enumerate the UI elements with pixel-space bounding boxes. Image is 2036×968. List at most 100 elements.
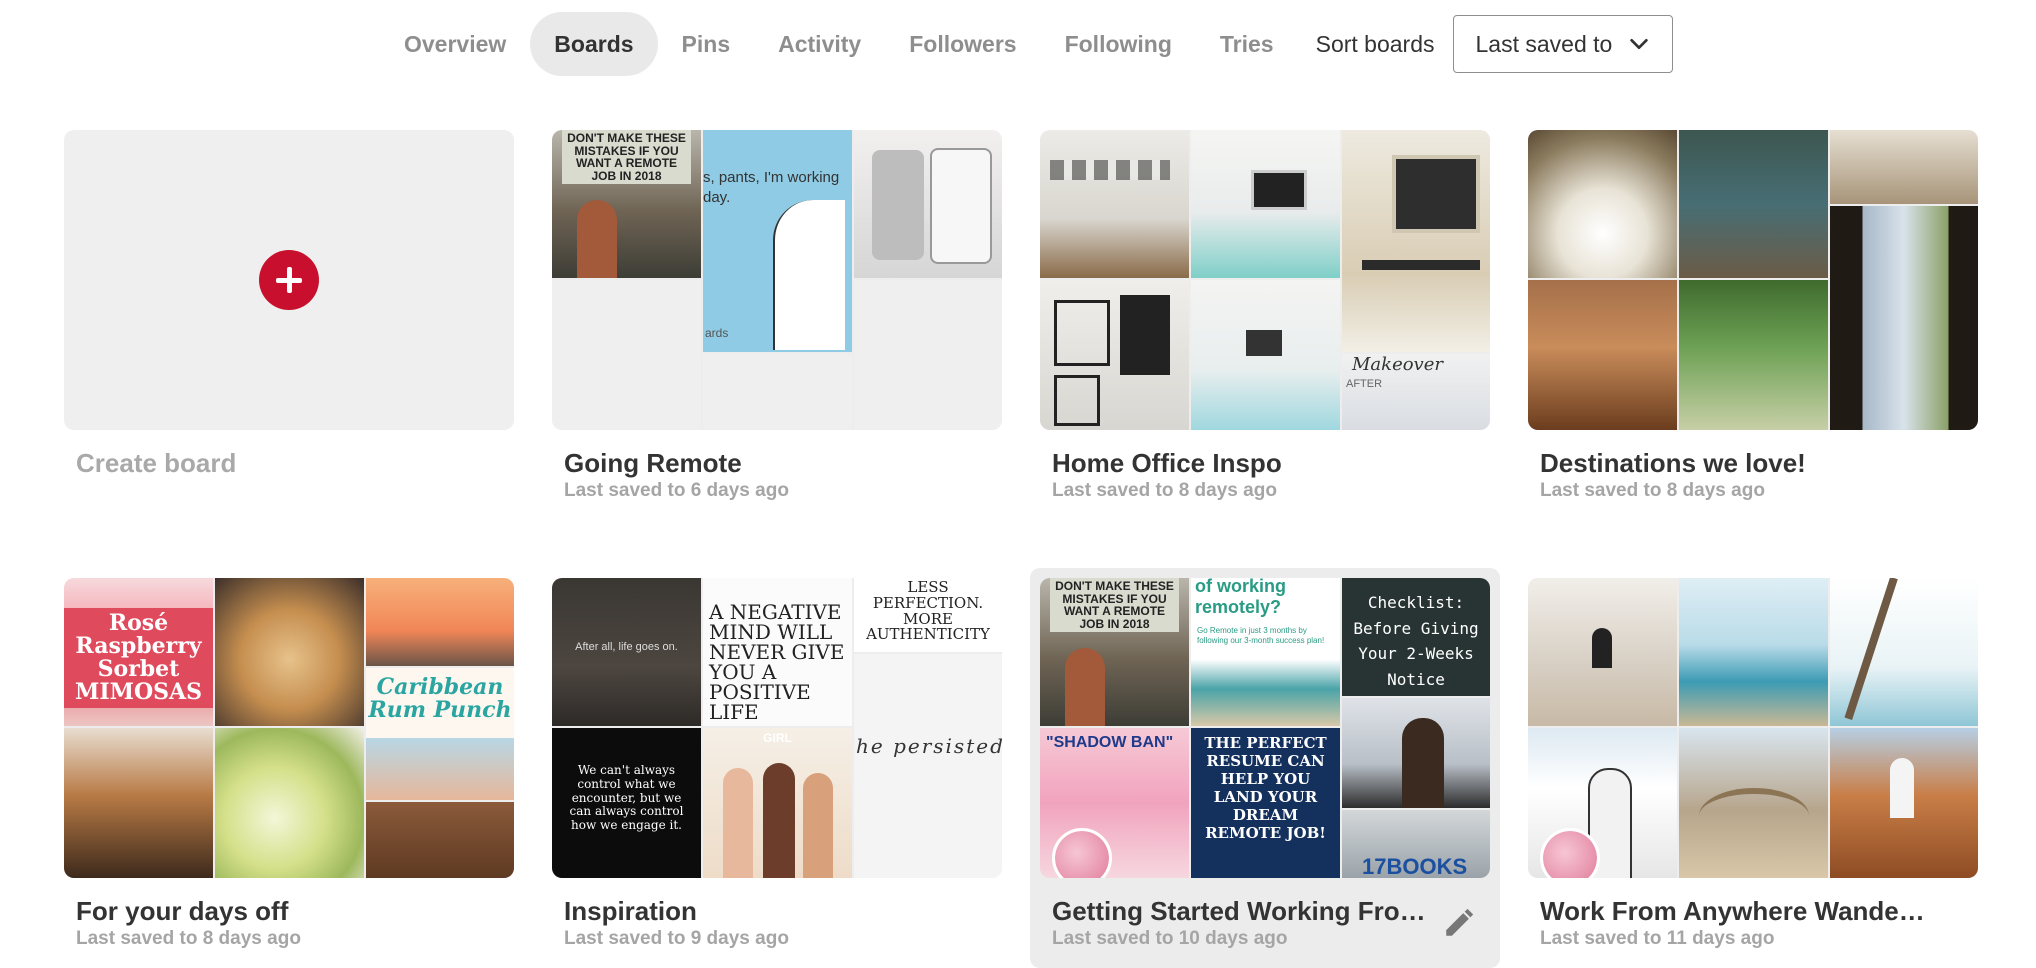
board-cover-image: DON'T MAKE THESE MISTAKES IF YOU WANT A … (1040, 578, 1189, 726)
board-cover-image (1679, 280, 1828, 430)
board-cover-image (1830, 578, 1978, 726)
tab-activity[interactable]: Activity (754, 12, 885, 76)
board-card-destinations-we-love[interactable]: Destinations we love! Last saved to 8 da… (1528, 130, 1978, 501)
pin-overlay-text: Go Remote in just 3 months by following … (1197, 626, 1325, 645)
board-last-saved: Last saved to 9 days ago (564, 928, 789, 949)
create-board-cover[interactable] (64, 130, 514, 430)
board-cover-image (1191, 280, 1340, 430)
sort-boards-label: Sort boards (1315, 30, 1435, 57)
pin-overlay-text: AFTER (1346, 378, 1383, 390)
board-cover-image: Makeover AFTER (1342, 354, 1490, 430)
board-cover[interactable]: DON'T MAKE THESE MISTAKES IF YOU WANT A … (1040, 578, 1490, 878)
create-board-card[interactable]: Create board (64, 130, 514, 478)
board-title[interactable]: Work From Anywhere Wanderlust (1540, 896, 1930, 927)
board-cover-image (1528, 130, 1677, 278)
board-cover-image (1679, 578, 1828, 726)
pin-overlay-text: he persisted (856, 734, 1002, 758)
sort-boards-dropdown[interactable]: Last saved to (1452, 15, 1673, 73)
board-cover-image: GIRL (703, 728, 852, 878)
board-cover-image (366, 802, 514, 878)
board-card-inspiration[interactable]: After all, life goes on. A NEGATIVE MIND… (552, 578, 1002, 949)
board-cover-image (1679, 130, 1828, 278)
board-cover[interactable] (1528, 130, 1978, 430)
board-title[interactable]: For your days off (76, 896, 466, 927)
pin-overlay-text: "SHADOW BAN" (1046, 734, 1174, 751)
tab-pins[interactable]: Pins (658, 12, 755, 76)
tab-followers[interactable]: Followers (885, 12, 1040, 76)
pin-overlay-text: DON'T MAKE THESE MISTAKES IF YOU WANT A … (1050, 578, 1179, 633)
figure-shape (1890, 758, 1914, 818)
pin-overlay-text: DON'T MAKE THESE MISTAKES IF YOU WANT A … (562, 130, 691, 185)
board-cover-image (1040, 280, 1189, 430)
board-cover-image (1342, 698, 1490, 808)
board-title[interactable]: Inspiration (564, 896, 954, 927)
board-card-work-from-anywhere-wanderlust[interactable]: Work From Anywhere Wanderlust Last saved… (1528, 578, 1978, 949)
frame-shape (1054, 375, 1100, 426)
colosseum-shape (1699, 788, 1809, 844)
person-shape (1065, 648, 1105, 726)
avatar-image (1543, 831, 1597, 878)
frame-shape (1054, 300, 1110, 366)
board-cover-image (215, 728, 364, 878)
tab-tries[interactable]: Tries (1196, 12, 1298, 76)
board-cover[interactable]: Makeover AFTER (1040, 130, 1490, 430)
board-card-for-your-days-off[interactable]: Rosé Raspberry Sorbet MIMOSAS Caribbean … (64, 578, 514, 949)
pin-overlay-text: Makeover (1352, 354, 1443, 375)
empty-tile (854, 280, 1002, 430)
pin-overlay-text: GIRL (763, 731, 792, 745)
board-cover-image: After all, life goes on. (552, 578, 701, 726)
create-board-label[interactable]: Create board (76, 448, 236, 479)
empty-tile (703, 354, 852, 430)
pin-overlay-text: We can't always control what we encounte… (569, 763, 684, 833)
monitor-shape (1246, 330, 1282, 356)
board-cover-image (1528, 578, 1677, 726)
figure-shape (763, 763, 795, 878)
board-cover-image (1679, 728, 1828, 878)
board-card-going-remote[interactable]: DON'T MAKE THESE MISTAKES IF YOU WANT A … (552, 130, 1002, 501)
tab-following[interactable]: Following (1041, 12, 1196, 76)
board-cover[interactable]: DON'T MAKE THESE MISTAKES IF YOU WANT A … (552, 130, 1002, 430)
board-cover-image (215, 578, 364, 726)
tab-boards[interactable]: Boards (530, 12, 658, 76)
desk-shape (1362, 260, 1480, 270)
pin-overlay-text: LESS PERFECTION. MORE AUTHENTICITY (866, 578, 990, 644)
monitor-shape (1251, 170, 1307, 210)
board-cover-image: DON'T MAKE THESE MISTAKES IF YOU WANT A … (552, 130, 701, 278)
board-cover-image (64, 728, 213, 878)
board-last-saved: Last saved to 6 days ago (564, 480, 789, 501)
person-shape (577, 200, 617, 278)
board-cover[interactable]: Rosé Raspberry Sorbet MIMOSAS Caribbean … (64, 578, 514, 878)
board-cover-image: A NEGATIVE MIND WILL NEVER GIVE YOU A PO… (703, 578, 852, 726)
board-last-saved: Last saved to 11 days ago (1540, 928, 1775, 949)
board-cover-image: Checklist: Before Giving Your 2-Weeks No… (1342, 578, 1490, 696)
board-title[interactable]: Home Office Inspo (1052, 448, 1442, 479)
edit-pencil-icon[interactable] (1442, 906, 1476, 940)
board-cover-image (1342, 130, 1490, 352)
board-cover[interactable]: After all, life goes on. A NEGATIVE MIND… (552, 578, 1002, 878)
cartoon-shape (773, 200, 845, 350)
sort-selected-value: Last saved to (1475, 30, 1613, 57)
board-cover-image: 17BOOKS (1342, 810, 1490, 878)
board-title[interactable]: Going Remote (564, 448, 954, 479)
figure-shape (803, 773, 833, 878)
board-card-getting-started-working-from-home[interactable]: DON'T MAKE THESE MISTAKES IF YOU WANT A … (1030, 568, 1500, 968)
board-cover-image: Caribbean Rum Punch (366, 668, 514, 800)
pin-overlay-text: After all, life goes on. (575, 641, 678, 653)
board-last-saved: Last saved to 10 days ago (1052, 928, 1288, 949)
board-cover-image (1830, 206, 1978, 430)
add-board-plus-icon[interactable] (259, 250, 319, 310)
pin-overlay-text: Checklist: Before Giving Your 2-Weeks No… (1353, 593, 1479, 689)
board-cover[interactable] (1528, 578, 1978, 878)
luggage-shape (930, 148, 992, 264)
tab-overview[interactable]: Overview (380, 12, 530, 76)
board-card-home-office-inspo[interactable]: Makeover AFTER Home Office Inspo Last sa… (1040, 130, 1490, 501)
drink-shape (366, 738, 514, 800)
pin-overlay-text: 17BOOKS (1362, 854, 1468, 878)
pin-overlay-text: Rosé Raspberry Sorbet MIMOSAS (64, 608, 213, 709)
board-cover-image: LESS PERFECTION. MORE AUTHENTICITY (854, 578, 1002, 652)
board-title[interactable]: Destinations we love! (1540, 448, 1930, 479)
board-shape (1392, 155, 1480, 233)
board-cover-image: Rosé Raspberry Sorbet MIMOSAS (64, 578, 213, 726)
board-title[interactable]: Getting Started Working From Home (1052, 896, 1442, 927)
figure-shape (723, 768, 753, 878)
